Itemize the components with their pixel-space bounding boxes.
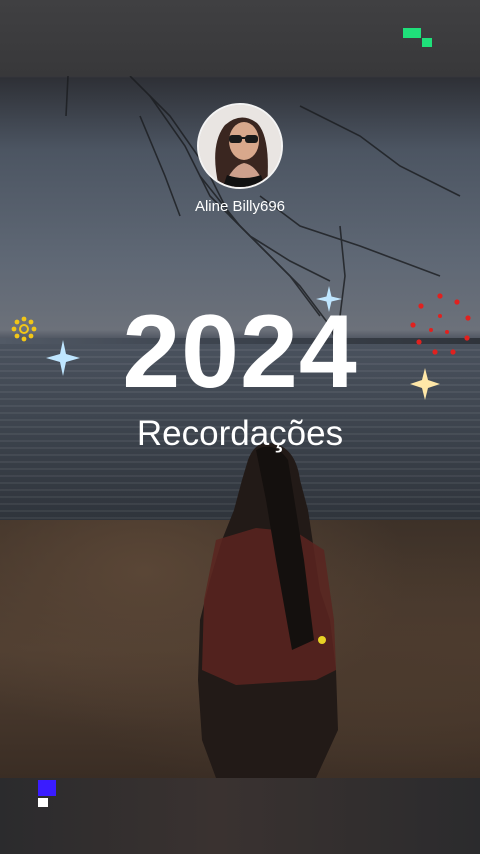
green-pixel-icon	[422, 38, 432, 47]
blue-pixel-icon	[38, 780, 56, 796]
green-pixel-icon	[403, 28, 421, 38]
profile-avatar[interactable]	[197, 103, 283, 189]
profile-photo	[199, 105, 281, 187]
headline-subtitle: Recordações	[136, 414, 344, 453]
profile-username: Aline Billy696	[194, 198, 286, 215]
sparkle-icon	[46, 340, 80, 376]
person-silhouette	[198, 442, 338, 778]
firework-dots-icon	[410, 293, 471, 355]
sun-icon	[11, 316, 37, 342]
white-pixel-icon	[38, 798, 48, 807]
story-screen: Aline Billy696 2024 Recordações	[0, 0, 480, 854]
headline-year: 2024	[122, 294, 358, 410]
bottom-bar	[0, 778, 480, 854]
sparkle-icon	[410, 368, 440, 400]
top-bar	[0, 0, 480, 76]
